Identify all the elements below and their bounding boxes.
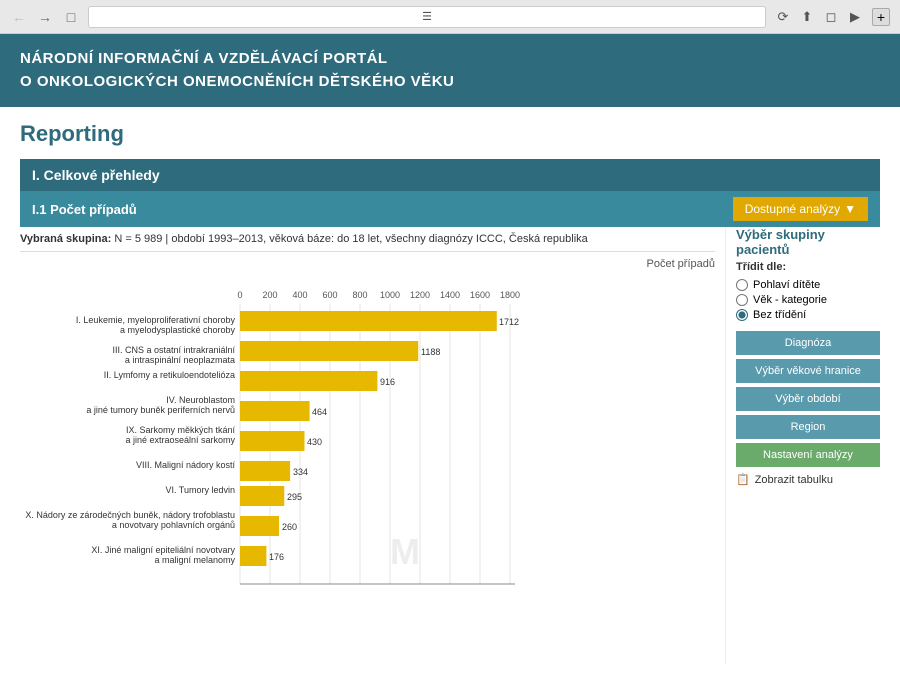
svg-text:a maligní melanomy: a maligní melanomy [154, 555, 235, 565]
radio-bez[interactable]: Bez třídění [736, 309, 880, 321]
region-button[interactable]: Region [736, 415, 880, 439]
svg-text:430: 430 [307, 437, 322, 447]
bar-5: IX. Sarkomy měkkých tkání a jiné extraos… [125, 425, 322, 451]
bar-4: IV. Neuroblastom a jiné tumory buněk per… [86, 395, 327, 421]
svg-text:334: 334 [293, 467, 308, 477]
dostupne-analyzy-button[interactable]: Dostupné analýzy ▼ [733, 197, 868, 221]
svg-text:XI. Jiné maligní epiteliální n: XI. Jiné maligní epiteliální novotvary [91, 545, 235, 555]
svg-text:295: 295 [287, 492, 302, 502]
svg-text:IX. Sarkomy měkkých tkání: IX. Sarkomy měkkých tkání [126, 425, 236, 435]
radio-vek[interactable]: Věk - kategorie [736, 294, 880, 306]
info-bar: Vybraná skupina: N = 5 989 | období 1993… [20, 227, 715, 252]
svg-text:1800: 1800 [500, 290, 520, 300]
svg-text:1600: 1600 [470, 290, 490, 300]
svg-text:III. CNS a ostatní intrakraniá: III. CNS a ostatní intrakraniální [112, 345, 235, 355]
zoom-button[interactable]: □ [62, 8, 80, 26]
bar-6: VIII. Maligní nádory kostí 334 [136, 460, 308, 481]
section-header: I. Celkové přehledy [20, 159, 880, 191]
svg-text:200: 200 [262, 290, 277, 300]
radio-pohlavie[interactable]: Pohlaví dítěte [736, 279, 880, 291]
bar-2: III. CNS a ostatní intrakraniální a intr… [112, 341, 440, 365]
radio-pohlavie-label: Pohlaví dítěte [753, 279, 820, 291]
bar-7: VI. Tumory ledvin 295 [165, 485, 302, 506]
share-button[interactable]: ⬆ [798, 8, 816, 26]
svg-text:400: 400 [292, 290, 307, 300]
svg-text:260: 260 [282, 522, 297, 532]
svg-text:1400: 1400 [440, 290, 460, 300]
radio-bez-label: Bez třídění [753, 309, 806, 321]
duplicate-button[interactable]: ◻ [822, 8, 840, 26]
bar-8: X. Nádory ze zárodečných buněk, nádory t… [25, 510, 297, 536]
back-button[interactable]: ← [10, 8, 28, 26]
svg-text:M: M [390, 531, 420, 572]
zobrazit-tabulku-button[interactable]: 📋 Zobrazit tabulku [736, 473, 880, 486]
svg-text:176: 176 [269, 552, 284, 562]
svg-text:a novotvary pohlavních orgánů: a novotvary pohlavních orgánů [112, 520, 235, 530]
chevron-down-icon: ▼ [844, 202, 856, 216]
svg-text:VI. Tumory ledvin: VI. Tumory ledvin [165, 485, 235, 495]
forward-button[interactable]: → [36, 8, 54, 26]
svg-text:464: 464 [312, 407, 327, 417]
address-bar: ☰ [88, 6, 766, 28]
svg-text:X. Nádory ze zárodečných buněk: X. Nádory ze zárodečných buněk, nádory t… [25, 510, 235, 520]
site-title: NÁRODNÍ INFORMAČNÍ A VZDĚLÁVACÍ PORTÁL O… [20, 48, 880, 93]
browser-chrome: ← → □ ☰ ⟳ ⬆ ◻ ▶ + [0, 0, 900, 34]
svg-text:a jiné extraoseální sarkomy: a jiné extraoseální sarkomy [125, 435, 235, 445]
sort-radio-group: Pohlaví dítěte Věk - kategorie Bez třídě… [736, 279, 880, 321]
new-tab-button[interactable]: + [872, 8, 890, 26]
svg-text:I. Leukemie, myeloproliferativ: I. Leukemie, myeloproliferativní choroby [76, 315, 236, 325]
sidebar-sort-label: Třídit dle: [736, 261, 880, 273]
main-content: Reporting I. Celkové přehledy I.1 Počet … [0, 107, 900, 678]
chart-x-label: Počet případů [20, 258, 715, 270]
chart-section: Vybraná skupina: N = 5 989 | období 1993… [20, 227, 725, 664]
obdobi-button[interactable]: Výběr období [736, 387, 880, 411]
bar-9: XI. Jiné maligní epiteliální novotvary a… [91, 545, 284, 566]
vek-hranice-button[interactable]: Výběr věkové hranice [736, 359, 880, 383]
content-area: Vybraná skupina: N = 5 989 | období 1993… [20, 227, 880, 664]
browser-actions: ⟳ ⬆ ◻ ▶ [774, 8, 864, 26]
bar-chart: 0 200 400 600 800 1000 1200 1400 1600 18… [20, 274, 530, 664]
refresh-button[interactable]: ⟳ [774, 8, 792, 26]
svg-text:VIII. Maligní nádory kostí: VIII. Maligní nádory kostí [136, 460, 236, 470]
bar-1: I. Leukemie, myeloproliferativní choroby… [76, 311, 519, 335]
diagnoza-button[interactable]: Diagnóza [736, 331, 880, 355]
svg-text:a jiné tumory buněk periferníc: a jiné tumory buněk periferních nervů [86, 405, 235, 415]
sidebar: Výběr skupiny pacientů Třídit dle: Pohla… [725, 227, 880, 664]
nastaveni-analyzy-button[interactable]: Nastavení analýzy [736, 443, 880, 467]
section-subheader: I.1 Počet případů Dostupné analýzy ▼ [20, 191, 880, 227]
menu-icon: ☰ [422, 10, 432, 23]
svg-text:600: 600 [322, 290, 337, 300]
radio-vek-label: Věk - kategorie [753, 294, 827, 306]
svg-text:1712: 1712 [499, 317, 519, 327]
svg-text:800: 800 [352, 290, 367, 300]
svg-text:0: 0 [237, 290, 242, 300]
sidebar-title: Výběr skupiny pacientů [736, 227, 880, 257]
bar-3: II. Lymfomy a retikuloendotelióza 916 [104, 370, 395, 391]
svg-text:a intraspinální neoplazmata: a intraspinální neoplazmata [125, 355, 235, 365]
svg-text:IV. Neuroblastom: IV. Neuroblastom [166, 395, 235, 405]
page-title: Reporting [20, 121, 880, 147]
svg-text:II. Lymfomy a retikuloendoteli: II. Lymfomy a retikuloendotelióza [104, 370, 235, 380]
chart-container: 0 200 400 600 800 1000 1200 1400 1600 18… [20, 274, 715, 664]
info-text: N = 5 989 | období 1993–2013, věková báz… [114, 233, 587, 245]
svg-text:916: 916 [380, 377, 395, 387]
svg-text:1188: 1188 [421, 347, 440, 357]
site-header: NÁRODNÍ INFORMAČNÍ A VZDĚLÁVACÍ PORTÁL O… [0, 34, 900, 107]
table-icon: 📋 [736, 473, 750, 486]
extensions-button[interactable]: ▶ [846, 8, 864, 26]
svg-text:1000: 1000 [380, 290, 400, 300]
svg-text:1200: 1200 [410, 290, 430, 300]
svg-text:a myelodysplastické choroby: a myelodysplastické choroby [120, 325, 236, 335]
